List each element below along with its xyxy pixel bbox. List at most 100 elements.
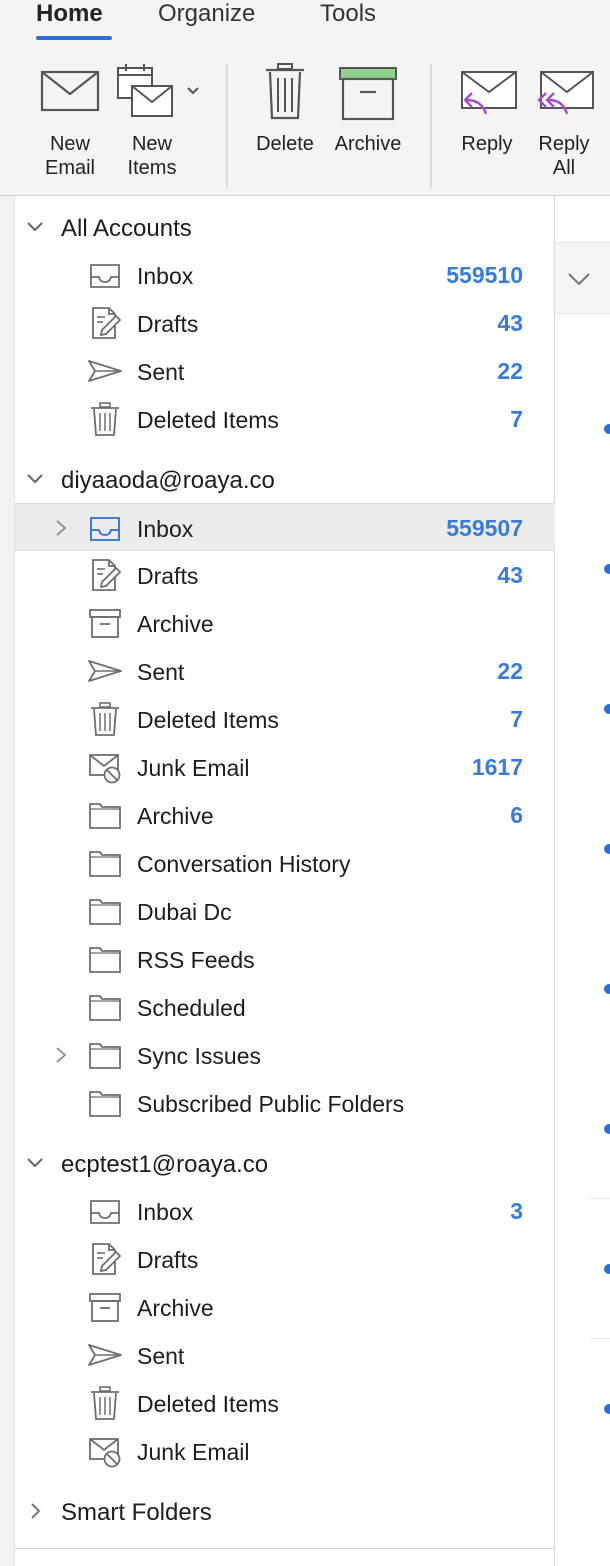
unread-count: 1617 <box>471 754 523 780</box>
drafts-icon <box>87 1241 123 1277</box>
folder-item[interactable]: Archive <box>15 599 555 647</box>
delete-button[interactable]: Delete <box>246 60 324 185</box>
chevron-right-icon[interactable] <box>25 1501 45 1521</box>
folder-item[interactable]: Drafts 43 <box>15 299 555 347</box>
folder-label: Sent <box>137 659 185 685</box>
drafts-icon <box>87 305 123 341</box>
folder-item[interactable]: Inbox 559510 <box>15 251 555 299</box>
ribbon-separator <box>226 64 228 188</box>
folder-icon <box>87 941 123 977</box>
folder-item[interactable]: Dubai Dc <box>15 887 555 935</box>
folder-item[interactable]: Archive <box>15 1283 555 1331</box>
unread-dot <box>604 564 610 574</box>
reply-all-button[interactable]: Reply All <box>528 60 600 185</box>
unread-dot <box>604 1264 610 1274</box>
reply-all-label: Reply All <box>538 133 590 179</box>
folder-label: Scheduled <box>137 995 246 1021</box>
archive-label: Archive <box>334 133 402 155</box>
chevron-down-icon[interactable] <box>25 469 45 489</box>
unread-dot <box>604 424 610 434</box>
chevron-right-icon[interactable] <box>53 1045 69 1065</box>
chevron-down-icon[interactable] <box>25 217 45 237</box>
account-header[interactable]: Smart Folders <box>15 1487 555 1535</box>
new-items-button[interactable]: New Items <box>114 60 204 185</box>
folder-item[interactable]: Sent 22 <box>15 647 555 695</box>
reply-all-icon <box>528 60 600 130</box>
folder-item[interactable]: Deleted Items 7 <box>15 695 555 743</box>
folder-label: Drafts <box>137 1247 199 1273</box>
folder-label: Junk Email <box>137 1439 250 1465</box>
folder-item[interactable]: Deleted Items 7 <box>15 395 555 443</box>
unread-count: 22 <box>497 658 523 684</box>
folder-label: Sent <box>137 1343 185 1369</box>
folder-label: Drafts <box>137 311 199 337</box>
folder-item[interactable]: Sent <box>15 1331 555 1379</box>
junk-icon <box>87 749 123 785</box>
folder-item[interactable]: Inbox 3 <box>15 1187 555 1235</box>
inbox-icon <box>87 1193 123 1229</box>
folder-item[interactable]: Junk Email 1617 <box>15 743 555 791</box>
folder-label: Inbox <box>137 1199 194 1225</box>
chevron-right-icon[interactable] <box>53 518 69 538</box>
unread-count: 3 <box>510 1198 523 1224</box>
sent-icon <box>87 653 123 689</box>
unread-count: 559507 <box>446 515 523 541</box>
folder-pane: All Accounts Inbox 559510 Drafts 43 Sent 22 Del… <box>14 196 555 1566</box>
account-header[interactable]: diyaaoda@roaya.co <box>15 455 555 503</box>
unread-dot <box>604 1124 610 1134</box>
ribbon-separator <box>430 64 432 188</box>
trash-icon <box>246 60 324 130</box>
folder-icon <box>87 1085 123 1121</box>
folder-label: Dubai Dc <box>137 899 232 925</box>
tab-organize[interactable]: Organize <box>158 0 255 28</box>
folder-label: Sync Issues <box>137 1043 261 1069</box>
unread-dot <box>604 1404 610 1414</box>
folder-icon <box>87 1037 123 1073</box>
folder-item[interactable]: Archive 6 <box>15 791 555 839</box>
sent-icon <box>87 353 123 389</box>
unread-count: 7 <box>510 706 523 732</box>
tab-tools[interactable]: Tools <box>320 0 376 28</box>
folder-label: Archive <box>137 803 214 829</box>
reply-button[interactable]: Reply <box>452 60 522 185</box>
folder-icon <box>87 797 123 833</box>
account-header[interactable]: All Accounts <box>15 203 555 251</box>
folder-item[interactable]: Inbox 559507 <box>15 503 555 551</box>
folder-label: Archive <box>137 1295 214 1321</box>
new-email-button[interactable]: New Email <box>34 60 106 185</box>
folder-label: Sent <box>137 359 185 385</box>
account-header[interactable]: ecptest1@roaya.co <box>15 1139 555 1187</box>
unread-count: 7 <box>510 406 523 432</box>
new-email-label: New Email <box>44 133 95 179</box>
active-tab-indicator <box>36 36 112 40</box>
folder-label: RSS Feeds <box>137 947 255 973</box>
folder-item[interactable]: Junk Email <box>15 1427 555 1475</box>
folder-item[interactable]: Drafts <box>15 1235 555 1283</box>
message-divider <box>590 1198 610 1199</box>
tab-home[interactable]: Home <box>36 0 103 28</box>
archive-button[interactable]: Archive <box>326 60 410 185</box>
drafts-icon <box>87 557 123 593</box>
archive-box-icon <box>87 605 123 641</box>
folder-label: Conversation History <box>137 851 351 877</box>
folder-item[interactable]: Scheduled <box>15 983 555 1031</box>
chevron-down-icon[interactable] <box>567 271 591 287</box>
account-name: ecptest1@roaya.co <box>61 1151 269 1178</box>
message-list-header <box>555 242 610 314</box>
navigation-bar-edge <box>0 196 14 1566</box>
chevron-down-icon[interactable] <box>25 1153 45 1173</box>
folder-icon <box>87 845 123 881</box>
folder-item[interactable]: Subscribed Public Folders <box>15 1079 555 1127</box>
pane-divider <box>15 1548 555 1549</box>
new-items-label: New Items <box>127 133 177 179</box>
envelope-icon <box>34 60 106 130</box>
folder-label: Inbox <box>137 516 194 542</box>
message-list-pane <box>555 196 610 1566</box>
folder-item[interactable]: Sync Issues <box>15 1031 555 1079</box>
folder-item[interactable]: Sent 22 <box>15 347 555 395</box>
folder-item[interactable]: Deleted Items <box>15 1379 555 1427</box>
folder-item[interactable]: Conversation History <box>15 839 555 887</box>
folder-item[interactable]: Drafts 43 <box>15 551 555 599</box>
unread-count: 559510 <box>446 262 523 288</box>
folder-item[interactable]: RSS Feeds <box>15 935 555 983</box>
